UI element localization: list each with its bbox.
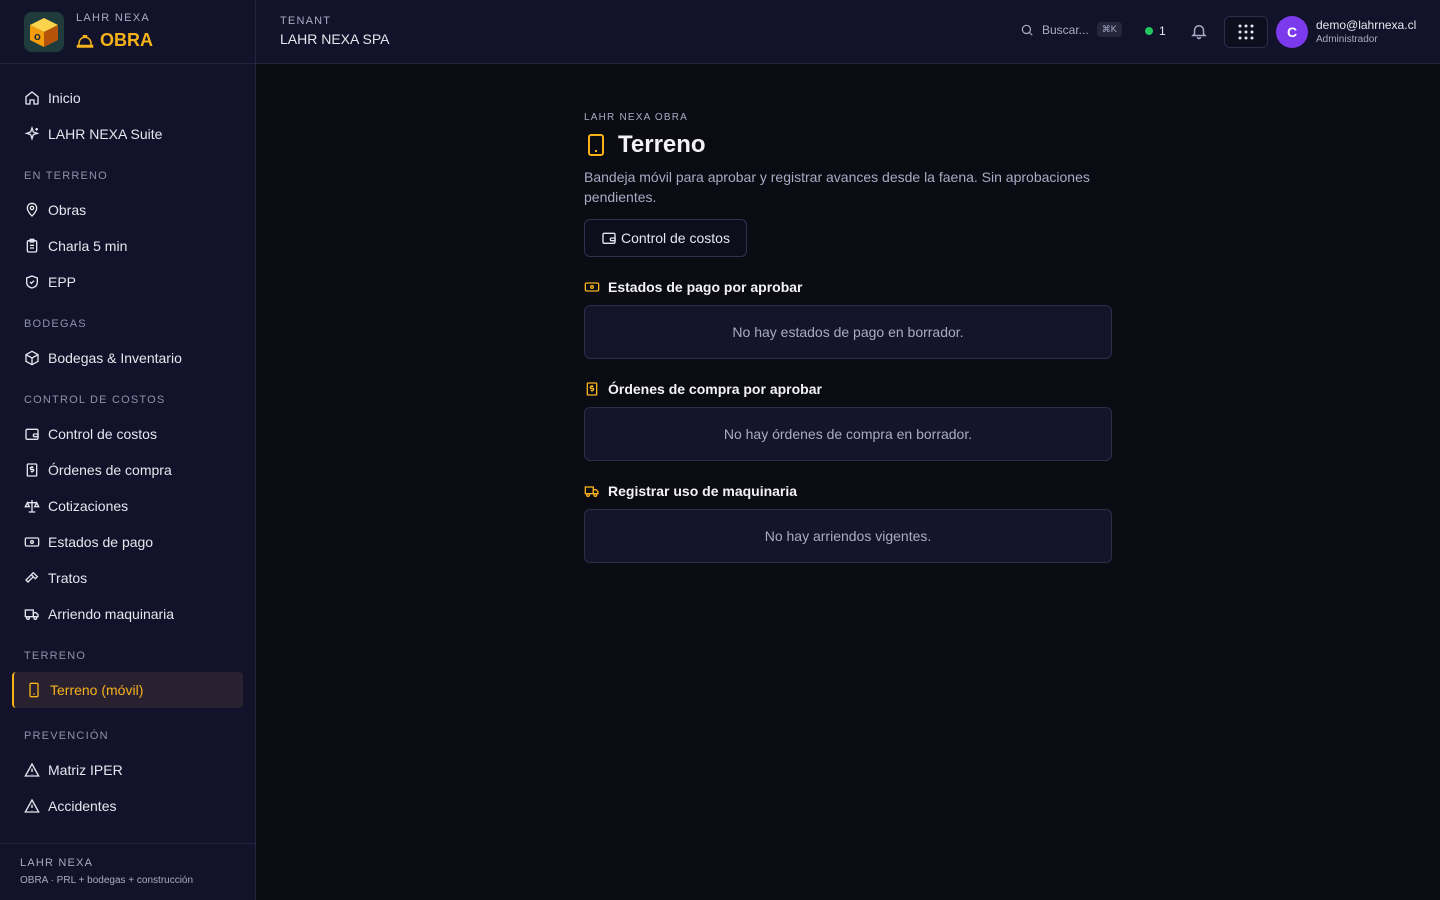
sidebar-item-epp[interactable]: EPP	[0, 264, 255, 300]
banknote-icon	[584, 282, 600, 292]
sidebar-nav: Inicio LAHR NEXA Suite EN TERRENO Obras …	[0, 64, 255, 824]
sidebar: O LAHR NEXA OBRA Inicio LAHR NEXA Suite …	[0, 0, 256, 900]
sidebar-item-tratos[interactable]: Tratos	[0, 560, 255, 596]
section-maquinaria: Registrar uso de maquinaria	[584, 483, 1112, 499]
truck-icon	[584, 486, 599, 497]
sidebar-item-bodegas[interactable]: Bodegas & Inventario	[0, 340, 255, 376]
sidebar-item-estados-pago[interactable]: Estados de pago	[0, 524, 255, 560]
smartphone-icon	[588, 134, 604, 156]
footer-title: LAHR NEXA	[20, 857, 94, 869]
svg-text:O: O	[34, 33, 41, 42]
banknote-icon	[24, 537, 40, 547]
search-placeholder: Buscar...	[1042, 22, 1089, 37]
hammer-icon	[25, 571, 39, 583]
receipt-dollar-icon	[586, 382, 598, 396]
sparkle-icon	[24, 126, 40, 141]
section-estados-pago: Estados de pago por aprobar	[584, 279, 1112, 295]
map-pin-icon	[26, 202, 38, 217]
clipboard-icon	[26, 238, 38, 253]
main-content: LAHR NEXA OBRA Terreno Bandeja móvil par…	[584, 112, 1112, 563]
sidebar-item-accidentes[interactable]: Accidentes	[0, 788, 255, 824]
section-control: CONTROL DE COSTOS	[24, 394, 166, 406]
status-dot	[1145, 27, 1153, 35]
search-icon	[1021, 24, 1033, 36]
package-icon	[25, 350, 39, 366]
wallet-icon	[602, 232, 616, 244]
user-menu[interactable]: demo@lahrnexa.cl Administrador	[1316, 18, 1416, 45]
home-icon	[25, 91, 39, 105]
tenant-name: LAHR NEXA SPA	[280, 31, 390, 47]
status-indicator[interactable]: 1	[1145, 24, 1166, 38]
tenant-selector[interactable]: TENANT LAHR NEXA SPA	[280, 15, 389, 47]
page-eyebrow: LAHR NEXA OBRA	[584, 112, 689, 123]
truck-icon	[24, 609, 39, 620]
brand-logo: O	[24, 11, 64, 52]
sidebar-item-inicio[interactable]: Inicio	[0, 80, 255, 116]
user-role: Administrador	[1316, 34, 1378, 45]
sidebar-item-suite[interactable]: LAHR NEXA Suite	[0, 116, 255, 152]
receipt-dollar-icon	[26, 463, 38, 477]
grid-icon	[1238, 24, 1254, 40]
empty-estados-pago: No hay estados de pago en borrador.	[584, 305, 1112, 359]
section-bodegas: BODEGAS	[24, 318, 87, 330]
sidebar-item-arriendo[interactable]: Arriendo maquinaria	[0, 596, 255, 632]
section-terreno: TERRENO	[24, 650, 87, 662]
sidebar-item-obras[interactable]: Obras	[0, 192, 255, 228]
shield-check-icon	[26, 275, 38, 289]
section-ordenes-compra: Órdenes de compra por aprobar	[584, 381, 1112, 397]
user-email: demo@lahrnexa.cl	[1316, 18, 1417, 32]
sidebar-item-ordenes[interactable]: Órdenes de compra	[0, 452, 255, 488]
control-costos-label: Control de costos	[621, 230, 730, 246]
page-description: Bandeja móvil para aprobar y registrar a…	[584, 169, 1090, 205]
sidebar-item-terreno-movil[interactable]: Terreno (móvil)	[12, 672, 243, 708]
bell-icon	[1191, 25, 1207, 40]
search-shortcut: ⌘K	[1096, 22, 1122, 37]
sidebar-item-matriz-iper[interactable]: Matriz IPER	[0, 752, 255, 788]
warning-icon	[24, 798, 40, 813]
status-count: 1	[1159, 24, 1166, 38]
section-en-terreno: EN TERRENO	[24, 170, 108, 182]
topbar: TENANT LAHR NEXA SPA Buscar... ⌘K 1 C de…	[256, 0, 1440, 64]
brand[interactable]: O LAHR NEXA OBRA	[0, 0, 255, 64]
section-prevencion: PREVENCIÓN	[24, 730, 109, 742]
wallet-icon	[25, 428, 39, 440]
warning-icon	[24, 762, 40, 777]
sidebar-item-charla[interactable]: Charla 5 min	[0, 228, 255, 264]
sidebar-item-control-costos[interactable]: Control de costos	[0, 416, 255, 452]
brand-subtitle: LAHR NEXA	[76, 12, 151, 24]
search-button[interactable]: Buscar... ⌘K	[1020, 22, 1122, 37]
notifications-button[interactable]	[1190, 22, 1208, 45]
empty-ordenes-compra: No hay órdenes de compra en borrador.	[584, 407, 1112, 461]
empty-maquinaria: No hay arriendos vigentes.	[584, 509, 1112, 563]
page-title: Terreno	[618, 131, 706, 158]
sidebar-item-cotizaciones[interactable]: Cotizaciones	[0, 488, 255, 524]
brand-title: OBRA	[100, 30, 153, 50]
hard-hat-icon	[76, 34, 94, 48]
smartphone-icon	[29, 682, 39, 698]
avatar[interactable]: C	[1276, 16, 1308, 48]
tenant-label: TENANT	[280, 15, 332, 27]
sidebar-footer: LAHR NEXA OBRA · PRL + bodegas + constru…	[0, 843, 255, 900]
footer-subtitle: OBRA · PRL + bodegas + construcción	[20, 875, 194, 886]
control-costos-button[interactable]: Control de costos	[584, 219, 747, 257]
scale-icon	[24, 500, 40, 513]
apps-grid-button[interactable]	[1224, 16, 1268, 48]
